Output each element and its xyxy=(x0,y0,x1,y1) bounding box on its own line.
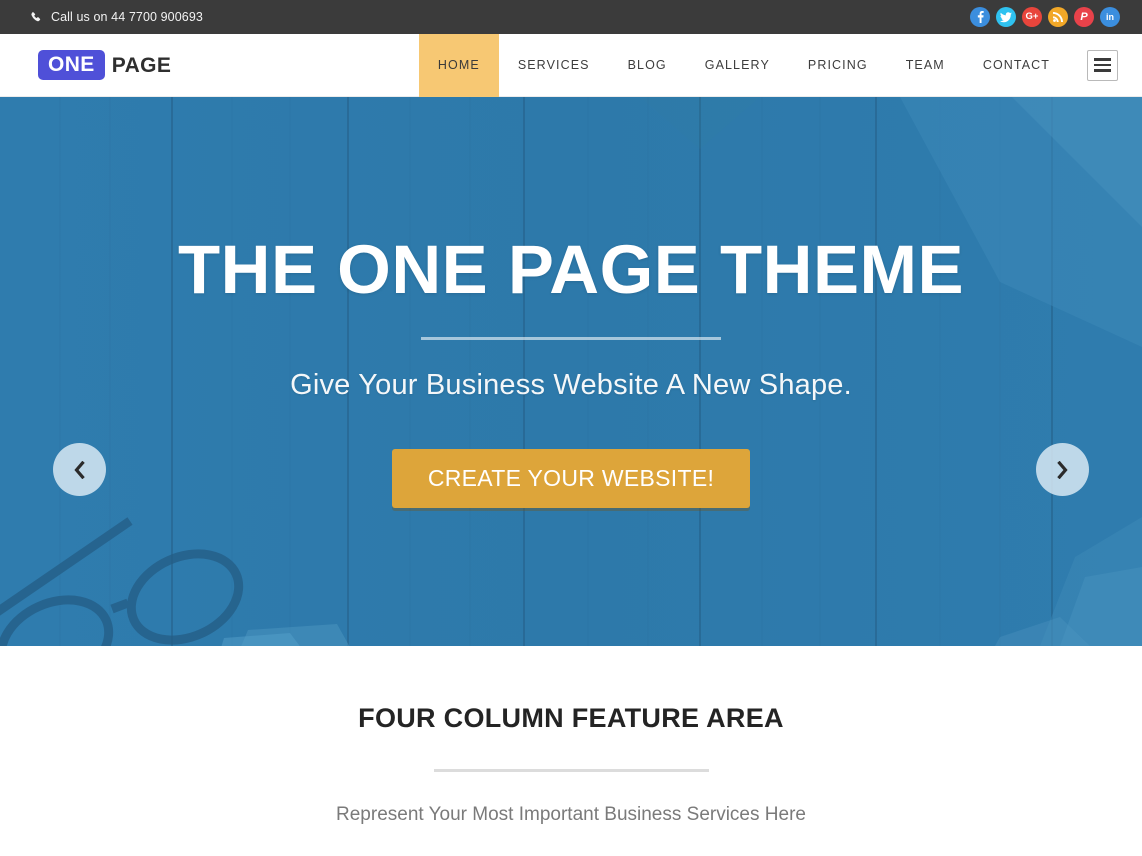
social-linkedin-icon[interactable]: in xyxy=(1100,7,1120,27)
site-header: ONE PAGE HOME SERVICES BLOG GALLERY PRIC… xyxy=(0,33,1142,97)
feature-section: FOUR COLUMN FEATURE AREA Represent Your … xyxy=(0,646,1142,856)
nav-item-home[interactable]: HOME xyxy=(418,33,499,97)
social-pinterest-icon[interactable]: P xyxy=(1074,7,1094,27)
nav-item-pricing[interactable]: PRICING xyxy=(789,34,887,97)
site-logo[interactable]: ONE PAGE xyxy=(38,50,171,80)
logo-word: PAGE xyxy=(111,53,172,77)
main-navigation: HOME SERVICES BLOG GALLERY PRICING TEAM … xyxy=(418,33,1069,97)
create-website-button[interactable]: CREATE YOUR WEBSITE! xyxy=(391,449,751,508)
nav-item-contact[interactable]: CONTACT xyxy=(964,34,1069,97)
phone-icon xyxy=(30,11,42,24)
hero-content: THE ONE PAGE THEME Give Your Business We… xyxy=(0,97,1142,646)
hero-divider xyxy=(421,337,721,340)
hamburger-bar xyxy=(1094,58,1111,61)
hamburger-bar xyxy=(1094,69,1111,72)
phone-number-text: Call us on 44 7700 900693 xyxy=(51,10,203,24)
feature-section-divider xyxy=(433,769,709,772)
chevron-right-icon xyxy=(1056,460,1069,479)
social-links: G+ P in xyxy=(970,7,1120,27)
chevron-left-icon xyxy=(73,460,86,479)
nav-item-team[interactable]: TEAM xyxy=(887,34,964,97)
hero-slider: THE ONE PAGE THEME Give Your Business We… xyxy=(0,97,1142,646)
feature-section-subtitle: Represent Your Most Important Business S… xyxy=(336,804,806,825)
contact-phone[interactable]: Call us on 44 7700 900693 xyxy=(30,10,203,24)
hero-title: THE ONE PAGE THEME xyxy=(178,231,964,308)
social-rss-icon[interactable] xyxy=(1048,7,1068,27)
nav-item-gallery[interactable]: GALLERY xyxy=(686,34,789,97)
carousel-next-button[interactable] xyxy=(1036,443,1089,496)
social-facebook-icon[interactable] xyxy=(970,7,990,27)
hero-subtitle: Give Your Business Website A New Shape. xyxy=(290,369,852,401)
carousel-prev-button[interactable] xyxy=(53,443,106,496)
hamburger-bar xyxy=(1094,63,1111,67)
nav-item-services[interactable]: SERVICES xyxy=(499,34,609,97)
hamburger-menu-icon[interactable] xyxy=(1087,49,1118,81)
social-twitter-icon[interactable] xyxy=(996,7,1016,27)
top-bar: Call us on 44 7700 900693 G+ P in xyxy=(0,0,1142,34)
logo-badge: ONE xyxy=(38,50,105,80)
feature-section-title: FOUR COLUMN FEATURE AREA xyxy=(358,703,784,733)
social-google-plus-icon[interactable]: G+ xyxy=(1022,7,1042,27)
nav-item-blog[interactable]: BLOG xyxy=(609,34,686,97)
